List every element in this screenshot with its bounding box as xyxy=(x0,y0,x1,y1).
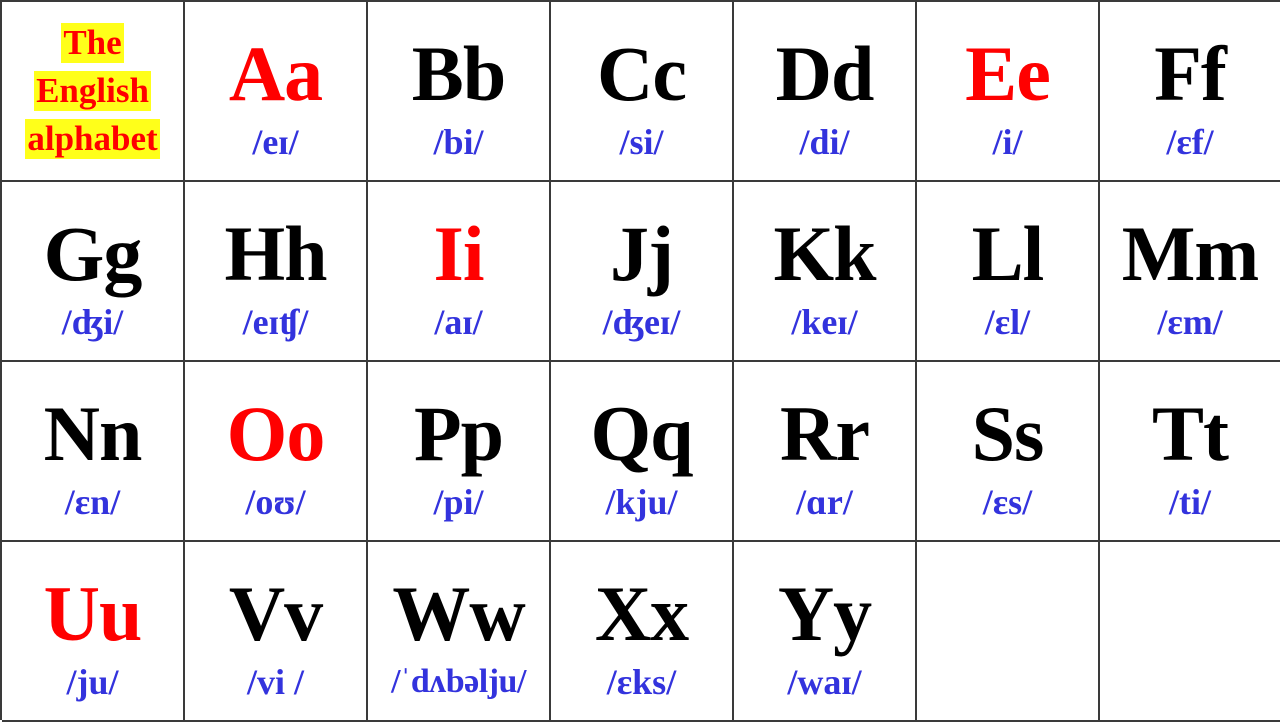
letter-cell-a: Aa /eɪ/ xyxy=(185,2,368,182)
ipa-transcription: /ɛs/ xyxy=(982,482,1033,522)
letter-pair: Xx xyxy=(594,570,689,657)
ipa-transcription: /ɛn/ xyxy=(64,482,121,522)
ipa-transcription: /kju/ xyxy=(605,482,678,522)
letter-pair: Qq xyxy=(590,390,693,477)
letter-pair: Ii xyxy=(433,210,484,297)
letter-cell-g: Gg /ʤi/ xyxy=(2,182,185,362)
letter-cell-b: Bb /bi/ xyxy=(368,2,551,182)
letter-cell-y: Yy /waɪ/ xyxy=(734,542,917,722)
letter-pair: Cc xyxy=(597,30,687,117)
ipa-transcription: /ɛks/ xyxy=(606,662,677,702)
letter-cell-k: Kk /keɪ/ xyxy=(734,182,917,362)
ipa-transcription: /si/ xyxy=(619,122,664,162)
letter-cell-i: Ii /aɪ/ xyxy=(368,182,551,362)
letter-pair: Dd xyxy=(775,30,875,117)
letter-cell-c: Cc /si/ xyxy=(551,2,734,182)
letter-cell-h: Hh /eɪʧ/ xyxy=(185,182,368,362)
ipa-transcription: /aɪ/ xyxy=(434,302,483,342)
ipa-transcription: /bi/ xyxy=(433,122,484,162)
ipa-transcription: /ʤeɪ/ xyxy=(602,302,681,342)
letter-cell-j: Jj /ʤeɪ/ xyxy=(551,182,734,362)
ipa-transcription: /ɛm/ xyxy=(1157,302,1223,342)
letter-pair: Rr xyxy=(780,390,870,477)
letter-cell-v: Vv /vi / xyxy=(185,542,368,722)
letter-cell-e: Ee /i/ xyxy=(917,2,1100,182)
ipa-transcription: /ˈdʌbəlju/ xyxy=(391,663,526,700)
empty-cell xyxy=(1100,542,1280,722)
letter-pair: Ff xyxy=(1154,30,1227,117)
ipa-transcription: /eɪ/ xyxy=(252,122,299,162)
letter-pair: Jj xyxy=(610,210,674,297)
alphabet-grid: The English alphabet Aa /eɪ/ Bb /bi/ Cc … xyxy=(0,0,1280,722)
letter-pair: Gg xyxy=(43,210,143,297)
ipa-transcription: /keɪ/ xyxy=(791,302,858,342)
letter-cell-q: Qq /kju/ xyxy=(551,362,734,542)
letter-pair: Oo xyxy=(226,390,326,477)
letter-cell-p: Pp /pi/ xyxy=(368,362,551,542)
ipa-transcription: /ʤi/ xyxy=(61,302,124,342)
letter-cell-u: Uu /ju/ xyxy=(2,542,185,722)
letter-pair: Bb xyxy=(411,30,506,117)
letter-pair: Ll xyxy=(971,210,1045,297)
letter-cell-s: Ss /ɛs/ xyxy=(917,362,1100,542)
letter-pair: Ww xyxy=(392,570,525,657)
letter-cell-w: Ww /ˈdʌbəlju/ xyxy=(368,542,551,722)
letter-cell-x: Xx /ɛks/ xyxy=(551,542,734,722)
empty-cell xyxy=(917,542,1100,722)
ipa-transcription: /ɑr/ xyxy=(796,482,853,522)
letter-pair: Pp xyxy=(413,390,504,477)
ipa-transcription: /ɛf/ xyxy=(1166,122,1214,162)
ipa-transcription: /ti/ xyxy=(1169,482,1211,522)
ipa-transcription: /eɪʧ/ xyxy=(242,302,309,342)
letter-cell-d: Dd /di/ xyxy=(734,2,917,182)
letter-pair: Nn xyxy=(43,390,143,477)
letter-pair: Mm xyxy=(1121,210,1260,297)
letter-cell-t: Tt /ti/ xyxy=(1100,362,1280,542)
ipa-transcription: /waɪ/ xyxy=(787,662,862,702)
letter-pair: Tt xyxy=(1152,390,1229,477)
title-cell: The English alphabet xyxy=(2,2,185,182)
ipa-transcription: /oʊ/ xyxy=(245,482,306,522)
letter-pair: Uu xyxy=(43,570,143,657)
letter-pair: Ss xyxy=(971,390,1045,477)
letter-cell-o: Oo /oʊ/ xyxy=(185,362,368,542)
ipa-transcription: /di/ xyxy=(799,122,850,162)
letter-pair: Hh xyxy=(224,210,327,297)
letter-pair: Vv xyxy=(228,570,323,657)
letter-pair: Ee xyxy=(965,30,1051,117)
letter-cell-f: Ff /ɛf/ xyxy=(1100,2,1280,182)
letter-cell-m: Mm /ɛm/ xyxy=(1100,182,1280,362)
ipa-transcription: /i/ xyxy=(992,122,1023,162)
letter-cell-l: Ll /ɛl/ xyxy=(917,182,1100,362)
letter-pair: Kk xyxy=(773,210,876,297)
title-line-1: The xyxy=(61,23,124,63)
ipa-transcription: /pi/ xyxy=(433,482,484,522)
ipa-transcription: /vi / xyxy=(246,662,304,702)
letter-pair: Yy xyxy=(777,570,872,657)
ipa-transcription: /ju/ xyxy=(66,662,119,702)
letter-pair: Aa xyxy=(228,30,323,117)
title-line-2: English xyxy=(34,71,151,111)
letter-cell-r: Rr /ɑr/ xyxy=(734,362,917,542)
letter-cell-n: Nn /ɛn/ xyxy=(2,362,185,542)
title-line-3: alphabet xyxy=(25,119,160,159)
ipa-transcription: /ɛl/ xyxy=(984,302,1031,342)
